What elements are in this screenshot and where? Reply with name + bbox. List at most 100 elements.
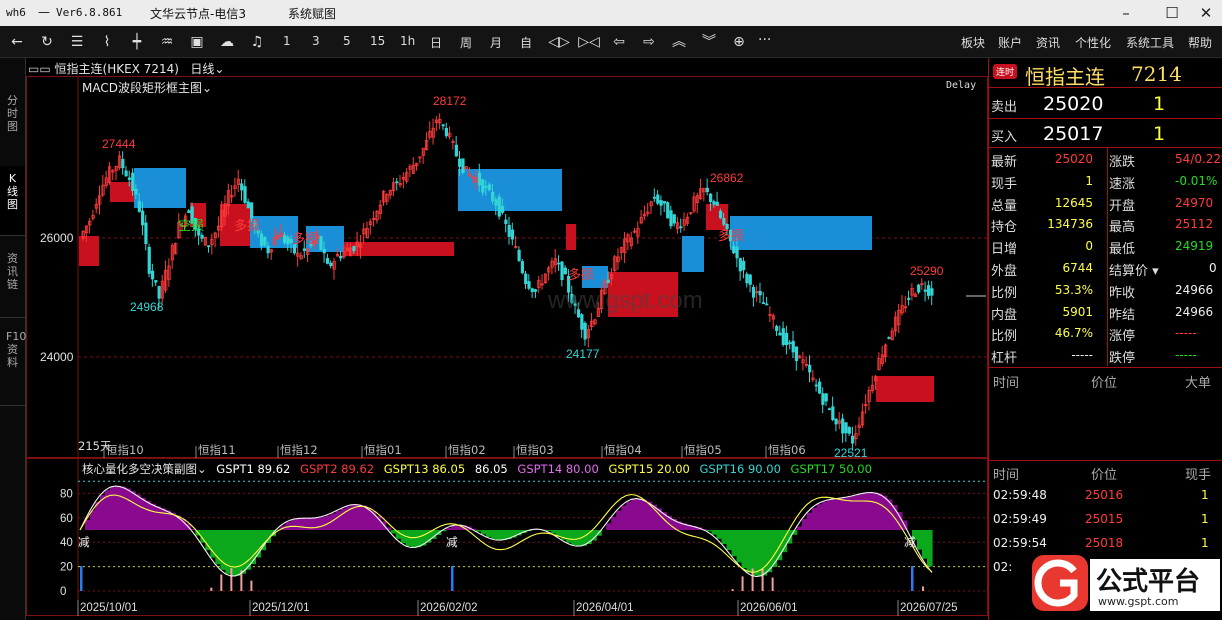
menu-help[interactable]: 帮助 xyxy=(1188,34,1212,51)
bull-fill xyxy=(631,499,637,530)
zoom-out-icon[interactable]: ▷◁ xyxy=(578,33,600,51)
divider xyxy=(989,460,1222,461)
candle-body xyxy=(510,229,515,240)
chevron-up-icon[interactable]: ︽ xyxy=(668,33,690,51)
candle-body xyxy=(834,418,838,425)
bid-price: 25017 xyxy=(1043,123,1104,145)
period-1h[interactable]: 1h xyxy=(400,34,415,48)
back-arrow-icon[interactable]: ← xyxy=(6,33,28,51)
bull-fill xyxy=(816,504,823,530)
candle-body xyxy=(705,187,709,193)
signal-bar xyxy=(220,574,223,591)
bull-fill xyxy=(315,517,322,530)
period-5[interactable]: 5 xyxy=(343,34,351,48)
indicator-name: MACD波段矩形框主图 xyxy=(82,81,202,95)
close-icon[interactable]: ✕ xyxy=(1194,2,1218,24)
candle-body xyxy=(302,248,307,251)
period-week[interactable]: 周 xyxy=(460,34,472,51)
period-selector[interactable]: 日线⌄ xyxy=(183,62,224,76)
bear-fill xyxy=(495,530,502,540)
tab-news-chain[interactable]: 资讯链 xyxy=(0,248,25,318)
tab-timeshare[interactable]: 分时图 xyxy=(0,88,25,178)
signal-box xyxy=(134,168,186,208)
move-right-icon[interactable]: ⇨ xyxy=(638,33,660,51)
bell-icon[interactable]: ♫ xyxy=(246,33,268,51)
side-tabs: 分时图 K线图 资讯链 F10资料 xyxy=(0,58,26,620)
candle-body xyxy=(847,427,851,434)
contract-title[interactable]: 恒指主连(HKEX 7214) xyxy=(55,62,179,76)
stat-label-right[interactable]: 结算价 ▾ xyxy=(1109,260,1159,279)
period-day[interactable]: 日 xyxy=(430,34,442,51)
stat-value-right: 24966 xyxy=(1175,304,1214,319)
ask-row[interactable]: 卖出 25020 1 xyxy=(989,89,1222,119)
menu-tools[interactable]: 系统工具 xyxy=(1126,34,1174,51)
candle-body xyxy=(395,181,399,184)
legend-gspt16: GSPT16 90.00 xyxy=(699,462,781,476)
indicator-selector[interactable]: MACD波段矩形框主图⌄ xyxy=(82,79,212,96)
candle-body xyxy=(818,381,822,394)
quote-row: 持仓 134736 最高 25112 xyxy=(989,214,1222,236)
panel-icon[interactable]: ▣ xyxy=(186,33,208,51)
candle-body xyxy=(784,333,789,346)
period-3[interactable]: 3 xyxy=(312,34,320,48)
bid-row[interactable]: 买入 25017 1 xyxy=(989,120,1222,148)
menu-sector[interactable]: 板块 xyxy=(961,34,985,51)
price-label: 27444 xyxy=(102,137,136,151)
candle-body xyxy=(121,159,125,169)
sub-chart[interactable]: 80 60 40 20 0 减 减 减 2025/10/01 2025/12/01 2026/02/… xyxy=(26,458,988,616)
signal-box xyxy=(682,236,704,272)
minimize-icon[interactable]: – xyxy=(1114,2,1138,24)
main-chart[interactable]: 26000 24000 27444 28172 26862 25290 24968 24177… xyxy=(26,76,988,458)
period-1[interactable]: 1 xyxy=(283,34,291,48)
stat-value: 134736 xyxy=(1047,217,1093,232)
period-custom[interactable]: 自 xyxy=(520,34,532,51)
date-label: 2026/06/01 xyxy=(740,602,798,614)
reduce-marker: 减 xyxy=(78,535,90,549)
tick-row[interactable]: 02:59:49 25015 1 xyxy=(989,510,1222,532)
candle-icon[interactable]: ♒ xyxy=(156,33,178,51)
candle-body xyxy=(672,214,676,224)
stat-value: 0 xyxy=(1085,239,1093,254)
refresh-icon[interactable]: ↻ xyxy=(36,33,58,51)
line-chart-icon[interactable]: ⌇ xyxy=(96,33,118,51)
sub-title-selector[interactable]: 核心量化多空决策副图⌄ xyxy=(82,462,207,476)
list-icon[interactable]: ☰ xyxy=(66,33,88,51)
menu-account[interactable]: 账户 xyxy=(998,34,1022,51)
maximize-icon[interactable]: ☐ xyxy=(1160,2,1184,24)
zoom-in-icon[interactable]: ◁▷ xyxy=(548,33,570,51)
period-month[interactable]: 月 xyxy=(490,34,502,51)
delay-label: Delay xyxy=(946,80,977,91)
move-left-icon[interactable]: ⇦ xyxy=(608,33,630,51)
tab-f10[interactable]: F10资料 xyxy=(0,326,26,406)
menu-personalize[interactable]: 个性化 xyxy=(1075,34,1111,51)
stat-label: 持仓 xyxy=(991,220,1018,236)
quote-row: 杠杆 ----- 跌停 ----- xyxy=(989,345,1222,367)
candle-body xyxy=(844,422,848,434)
tab-kline[interactable]: K线图 xyxy=(0,166,25,236)
bear-fill xyxy=(225,530,231,574)
contract-icon[interactable]: ▭▭ xyxy=(28,62,51,76)
crosshair-icon[interactable]: ⊕ xyxy=(728,33,750,51)
more-icon[interactable]: ··· xyxy=(758,32,771,48)
chevron-down-icon[interactable]: ︾ xyxy=(698,33,720,51)
menu-news[interactable]: 资讯 xyxy=(1036,34,1060,51)
candle-body xyxy=(484,185,488,188)
candle-body xyxy=(887,337,891,339)
chart-watermark: www.gspt.com xyxy=(547,287,703,314)
bar-chart-icon[interactable]: ┿ xyxy=(126,33,148,51)
period-15[interactable]: 15 xyxy=(370,34,385,48)
cloud-icon[interactable]: ☁ xyxy=(216,33,238,51)
system-mode[interactable]: 系统赋图 xyxy=(288,5,336,22)
stat-value-right: -0.01% xyxy=(1175,173,1218,188)
sub-y-label: 40 xyxy=(60,537,73,549)
tick-row[interactable]: 02:59:48 25016 1 xyxy=(989,486,1222,508)
quote-row: 外盘 6744 结算价 ▾ 0 xyxy=(989,258,1222,280)
month-label: 恒指03 xyxy=(516,443,554,457)
tick-time-col: 时间 xyxy=(993,468,1020,483)
stat-value-right: 54/0.22% xyxy=(1175,152,1222,166)
quote-header: 连时 恒指主连 7214 xyxy=(989,58,1222,89)
candle-body xyxy=(154,280,158,283)
date-label: 2026/07/25 xyxy=(900,602,958,614)
tick-price-col: 价位 xyxy=(1091,468,1118,483)
candle-body xyxy=(524,273,528,285)
